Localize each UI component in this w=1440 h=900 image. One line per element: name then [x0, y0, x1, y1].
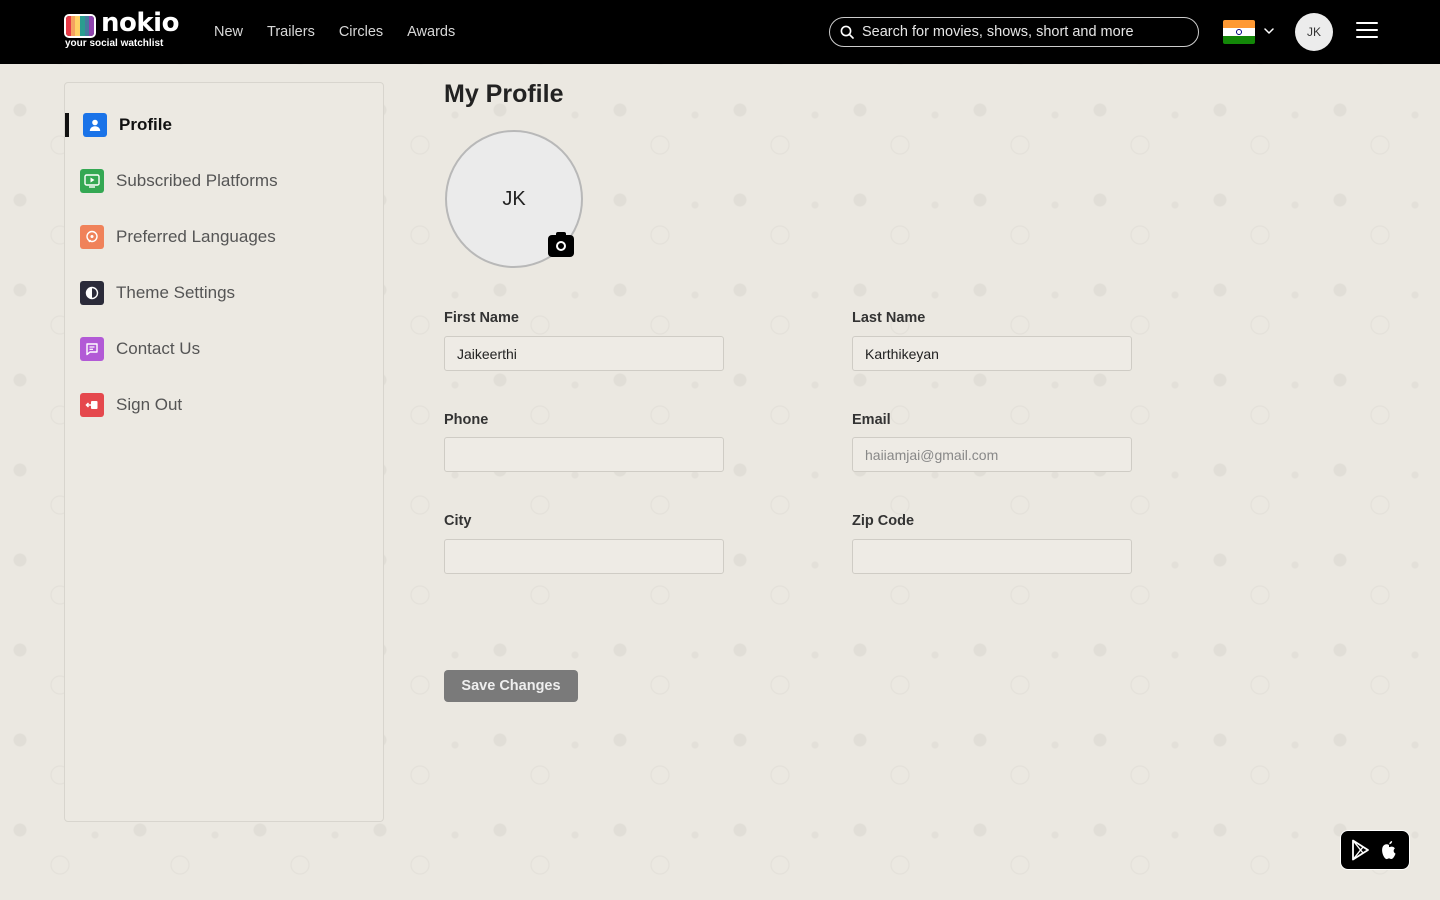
sidebar-item-profile[interactable]: Profile — [65, 111, 172, 139]
phone-field[interactable] — [444, 437, 724, 472]
nav-awards[interactable]: Awards — [407, 24, 455, 40]
top-navigation-bar: nokio your social watchlist New Trailers… — [0, 0, 1440, 64]
zip-code-label: Zip Code — [852, 513, 915, 529]
sidebar-item-label: Subscribed Platforms — [116, 171, 278, 190]
sidebar-item-contact-us[interactable]: Contact Us — [80, 335, 200, 363]
email-field[interactable] — [852, 437, 1132, 472]
first-name-label: First Name — [444, 310, 519, 326]
last-name-field[interactable] — [852, 336, 1132, 371]
sidebar-item-subscribed-platforms[interactable]: Subscribed Platforms — [80, 167, 278, 195]
first-name-field[interactable] — [444, 336, 724, 371]
logo-tagline: your social watchlist — [65, 38, 164, 49]
search-bar[interactable] — [829, 17, 1199, 47]
city-label: City — [444, 513, 472, 529]
email-label: Email — [852, 412, 891, 428]
hamburger-menu-icon[interactable] — [1356, 22, 1378, 40]
theme-icon — [80, 281, 104, 305]
country-flag-icon[interactable] — [1223, 20, 1255, 44]
camera-icon[interactable] — [548, 232, 574, 257]
person-icon — [83, 113, 107, 137]
nav-new[interactable]: New — [214, 24, 243, 40]
sign-out-icon — [80, 393, 104, 417]
nav-trailers[interactable]: Trailers — [267, 24, 315, 40]
logo-wordmark: nokio — [101, 8, 179, 38]
play-screen-icon — [80, 169, 104, 193]
app-store-badge[interactable] — [1340, 830, 1410, 870]
chevron-down-icon[interactable] — [1262, 24, 1276, 38]
sidebar-item-label: Contact Us — [116, 339, 201, 358]
phone-label: Phone — [444, 412, 489, 428]
search-input[interactable] — [862, 24, 1182, 40]
language-icon — [80, 225, 104, 249]
main-nav: New Trailers Circles Awards — [214, 0, 455, 64]
sidebar-item-theme-settings[interactable]: Theme Settings — [80, 279, 235, 307]
user-avatar[interactable]: JK — [1295, 13, 1333, 51]
zip-code-field[interactable] — [852, 539, 1132, 574]
settings-sidebar: Profile Subscribed Platforms Preferred L… — [64, 82, 384, 822]
sidebar-item-sign-out[interactable]: Sign Out — [80, 391, 182, 419]
apple-icon — [1382, 841, 1396, 860]
google-play-icon — [1352, 839, 1369, 861]
nokio-logo[interactable]: nokio your social watchlist — [64, 8, 179, 52]
search-icon — [840, 25, 854, 39]
sidebar-item-preferred-languages[interactable]: Preferred Languages — [80, 223, 276, 251]
page-title: My Profile — [444, 80, 564, 108]
sidebar-item-label: Profile — [119, 115, 172, 134]
sidebar-item-label: Preferred Languages — [116, 227, 276, 246]
save-changes-button[interactable]: Save Changes — [444, 670, 578, 702]
chat-icon — [80, 337, 104, 361]
city-field[interactable] — [444, 539, 724, 574]
last-name-label: Last Name — [852, 310, 926, 326]
sidebar-item-label: Theme Settings — [116, 283, 236, 302]
profile-avatar-initials: JK — [502, 187, 526, 210]
nav-circles[interactable]: Circles — [339, 24, 383, 40]
sidebar-item-label: Sign Out — [116, 395, 183, 414]
tv-logo-icon — [64, 14, 96, 38]
